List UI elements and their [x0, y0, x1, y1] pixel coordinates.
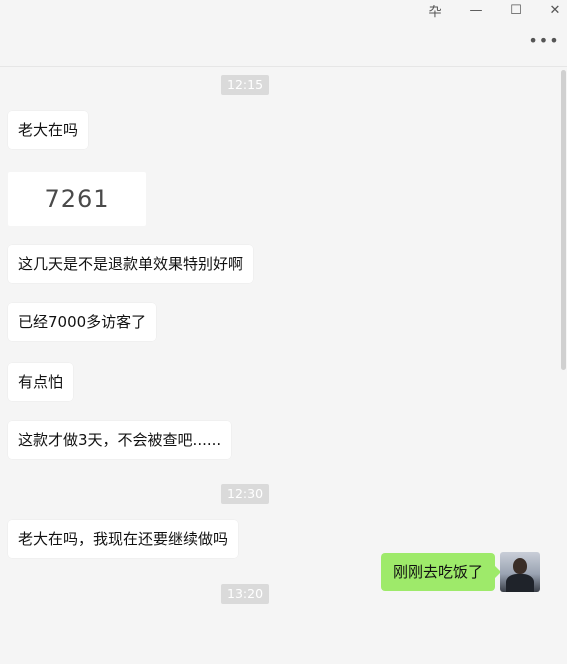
timestamp: 13:20 [221, 584, 270, 604]
message-bubble[interactable]: 有点怕 [8, 363, 74, 401]
minimize-icon[interactable]: — [461, 0, 491, 20]
title-bar: 卆 — ☐ ✕ ••• [0, 0, 567, 67]
more-icon[interactable]: ••• [528, 30, 559, 50]
message-bubble[interactable]: 老大在吗 [8, 111, 89, 149]
message-bubble[interactable]: 老大在吗，我现在还要继续做吗 [8, 520, 239, 558]
avatar-body [506, 574, 534, 592]
timestamp: 12:15 [221, 75, 270, 95]
message-bubble[interactable]: 这几天是不是退款单效果特别好啊 [8, 245, 254, 283]
pin-icon[interactable]: 卆 [420, 0, 450, 20]
message-bubble[interactable]: 这款才做3天，不会被查吧...... [8, 421, 232, 459]
maximize-icon[interactable]: ☐ [501, 0, 531, 20]
timestamp: 12:30 [221, 484, 270, 504]
my-message-bubble[interactable]: 刚刚去吃饭了 [380, 553, 502, 591]
avatar-head [513, 558, 527, 574]
message-bubble[interactable]: 已经7000多访客了 [8, 303, 157, 341]
close-icon[interactable]: ✕ [540, 0, 567, 20]
scrollbar[interactable] [561, 70, 566, 370]
avatar[interactable] [500, 552, 540, 592]
message-bubble-number[interactable]: 7261 [8, 172, 146, 226]
